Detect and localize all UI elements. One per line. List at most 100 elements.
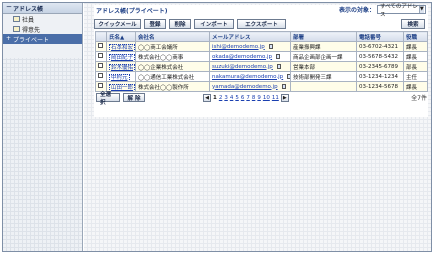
export-button[interactable]: エクスポート — [237, 19, 286, 29]
sidebar-item-clients[interactable]: 得意先 — [3, 24, 82, 34]
company-cell: ◯◯企業株式会社 — [135, 61, 210, 72]
company-cell: ◯◯通信工業株式会社 — [135, 71, 210, 82]
col-email[interactable]: メールアドレス — [209, 31, 291, 42]
table-footer: 全選択 解 除 ◀ 1 2 3 4 5 6 7 8 9 10 11 ▶ 全7件 — [96, 92, 427, 106]
sidebar-title: アドレス帳 — [13, 5, 44, 13]
page-link[interactable]: 7 — [246, 95, 250, 101]
sidebar-item-label: 得意先 — [22, 26, 41, 34]
col-dept[interactable]: 部署 — [290, 31, 357, 42]
col-company[interactable]: 会社名 — [135, 31, 210, 42]
page-link[interactable]: 2 — [219, 95, 223, 101]
row-checkbox[interactable] — [98, 73, 103, 78]
dept-cell: 営業本部 — [290, 61, 357, 72]
dept-cell: 商品企画部企画一課 — [290, 51, 357, 62]
email-link[interactable]: yamada@demodemo.jp — [212, 84, 278, 90]
sidebar-item-employees[interactable]: 社員 — [3, 14, 82, 24]
contact-name-link[interactable]: 岡田紀子 — [109, 53, 135, 61]
pagination: ◀ 1 2 3 4 5 6 7 8 9 10 11 ▶ — [203, 93, 289, 102]
email-link[interactable]: nakamura@demodemo.jp — [212, 74, 283, 80]
delete-button[interactable]: 削除 — [169, 19, 191, 29]
page-link[interactable]: 8 — [252, 95, 256, 101]
row-checkbox[interactable] — [98, 63, 103, 68]
page-link: 1 — [213, 94, 217, 101]
phone-cell: 03-5678-5432 — [356, 51, 404, 62]
table-row: 鈴木優佑 ◯◯企業株式会社 suzuki@demodemo.jp 営業本部 03… — [95, 61, 428, 72]
mail-icon[interactable] — [276, 63, 281, 69]
row-checkbox[interactable] — [98, 53, 103, 58]
col-phone[interactable]: 電話番号 — [356, 31, 404, 42]
contact-name-link[interactable]: 中村元 — [109, 73, 130, 81]
mail-icon[interactable] — [276, 53, 281, 59]
email-link[interactable]: suzuki@demodemo.jp — [212, 64, 273, 70]
address-panel: アドレス帳(プライベート) 表示の対象： すべてのアドレス ▼ クイックメール … — [94, 4, 428, 117]
toolbar: クイックメール 登録 削除 インポート エクスポート — [94, 19, 286, 29]
mail-icon[interactable] — [268, 43, 273, 49]
sidebar-item-label: プライベート — [13, 36, 50, 44]
col-name[interactable]: 氏名▲ — [106, 31, 136, 42]
mail-icon[interactable] — [287, 73, 290, 79]
target-select[interactable]: すべてのアドレス ▼ — [377, 4, 426, 18]
page-link[interactable]: 9 — [257, 95, 261, 101]
sidebar-empty-area — [3, 58, 82, 251]
company-cell: 株式会社◯◯製作所 — [135, 81, 210, 92]
target-label: 表示の対象： — [338, 7, 375, 14]
register-button[interactable]: 登録 — [144, 19, 166, 29]
dept-cell — [290, 81, 357, 92]
sidebar-item-label: 社員 — [22, 16, 35, 24]
page-link[interactable]: 4 — [230, 95, 234, 101]
address-table: 氏名▲ 会社名 メールアドレス 部署 電話番号 役職 石本和宏 ◯◯商工会議所 … — [95, 31, 428, 92]
row-checkbox[interactable] — [98, 43, 103, 48]
target-filter: 表示の対象： すべてのアドレス ▼ — [338, 4, 426, 18]
sidebar-header: － アドレス帳 — [3, 3, 82, 14]
page-title: アドレス帳(プライベート) — [96, 8, 168, 15]
main-area: アドレス帳(プライベート) 表示の対象： すべてのアドレス ▼ クイックメール … — [84, 3, 431, 251]
import-button[interactable]: インポート — [194, 19, 234, 29]
contact-name-link[interactable]: 石本和宏 — [109, 43, 135, 51]
email-link[interactable]: okada@demodemo.jp — [212, 54, 272, 60]
folder-icon — [13, 26, 20, 32]
phone-cell: 03-2345-6789 — [356, 61, 404, 72]
dept-cell: 産業振興課 — [290, 41, 357, 52]
dept-cell: 技術部開発三課 — [290, 71, 357, 82]
phone-cell: 03-6702-4321 — [356, 41, 404, 52]
quick-mail-button[interactable]: クイックメール — [94, 19, 141, 29]
company-cell: ◯◯商工会議所 — [135, 41, 210, 52]
sidebar: － アドレス帳 社員 得意先 + プライベート — [3, 3, 83, 251]
page-link[interactable]: 5 — [235, 95, 239, 101]
total-count: 全7件 — [411, 95, 427, 102]
collapse-icon[interactable]: － — [6, 5, 12, 11]
col-title[interactable]: 役職 — [403, 31, 428, 42]
app-window: － アドレス帳 社員 得意先 + プライベート アドレス帳(プライベート) 表示… — [2, 2, 432, 252]
prev-page-icon[interactable]: ◀ — [203, 93, 211, 102]
table-row: 岡田紀子 株式会社◯◯商事 okada@demodemo.jp 商品企画部企画一… — [95, 51, 428, 62]
mail-icon[interactable] — [281, 83, 286, 89]
select-all-button[interactable]: 全選択 — [96, 92, 120, 106]
folder-icon — [13, 16, 20, 22]
phone-cell: 03-1234-1234 — [356, 71, 404, 82]
expand-icon[interactable]: + — [6, 36, 11, 42]
sidebar-item-private[interactable]: + プライベート — [3, 34, 82, 44]
phone-cell: 03-1234-5678 — [356, 81, 404, 92]
contact-name-link[interactable]: 鈴木優佑 — [109, 63, 135, 71]
clear-selection-button[interactable]: 解 除 — [123, 93, 145, 102]
row-checkbox[interactable] — [98, 83, 103, 88]
title-cell: 課長 — [403, 41, 428, 52]
email-link[interactable]: ishi@demodemo.jp — [212, 44, 265, 50]
table-row: 山田一郎 株式会社◯◯製作所 yamada@demodemo.jp 03-123… — [95, 81, 428, 92]
page-link[interactable]: 10 — [263, 95, 270, 101]
table-header-row: 氏名▲ 会社名 メールアドレス 部署 電話番号 役職 — [95, 31, 428, 42]
page-link[interactable]: 3 — [224, 95, 228, 101]
page-link[interactable]: 11 — [272, 95, 279, 101]
page-link[interactable]: 6 — [241, 95, 245, 101]
company-cell: 株式会社◯◯商事 — [135, 51, 210, 62]
title-cell: 部長 — [403, 61, 428, 72]
table-row: 中村元 ◯◯通信工業株式会社 nakamura@demodemo.jp 技術部開… — [95, 71, 428, 82]
next-page-icon[interactable]: ▶ — [280, 93, 289, 102]
title-cell: 主任 — [403, 71, 428, 82]
col-checkbox — [95, 31, 107, 42]
panel-header: アドレス帳(プライベート) 表示の対象： すべてのアドレス ▼ — [94, 4, 428, 18]
title-cell: 課長 — [403, 81, 428, 92]
table-row: 石本和宏 ◯◯商工会議所 ishi@demodemo.jp 産業振興課 03-6… — [95, 41, 428, 52]
title-cell: 課長 — [403, 51, 428, 62]
search-button[interactable]: 検索 — [401, 19, 425, 29]
